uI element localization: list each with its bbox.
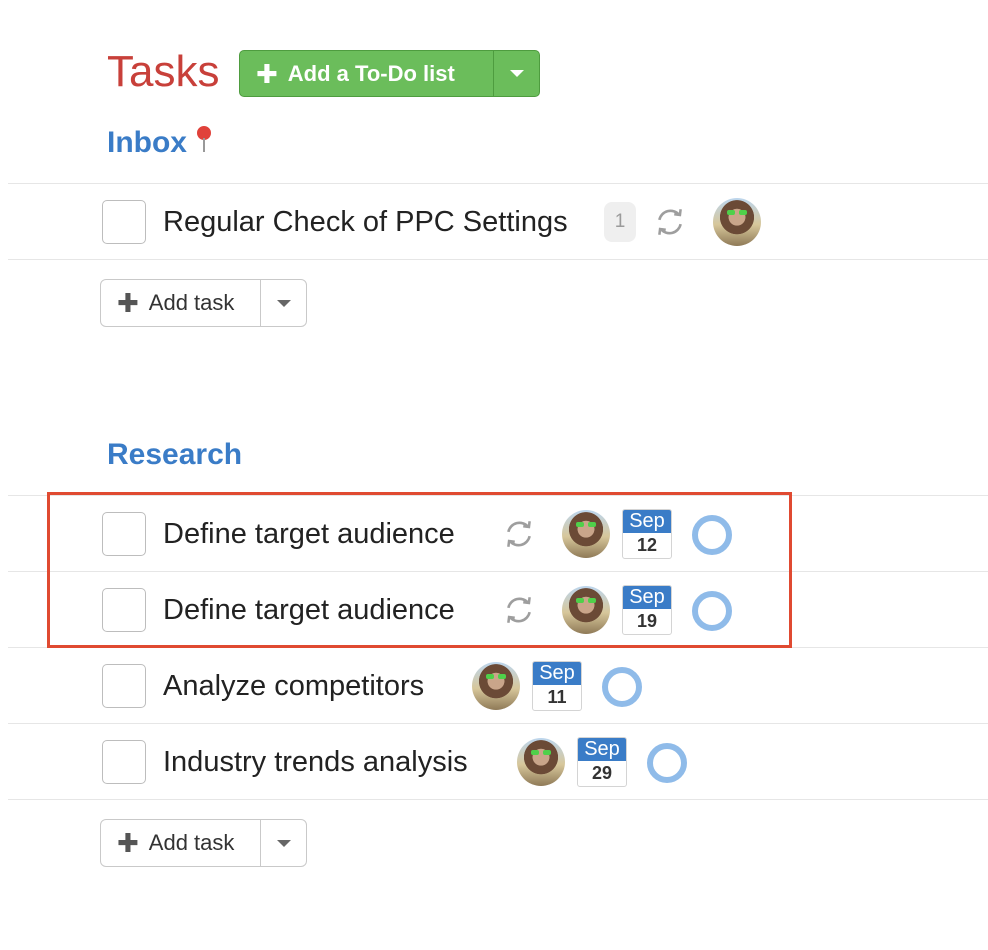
- task-row: Define target audience Sep 19: [0, 572, 988, 648]
- task-checkbox[interactable]: [102, 740, 146, 784]
- due-month: Sep: [533, 662, 581, 685]
- status-ring-icon[interactable]: [602, 667, 642, 707]
- task-checkbox[interactable]: [102, 200, 146, 244]
- status-ring-icon[interactable]: [692, 591, 732, 631]
- repeat-icon: [658, 209, 682, 235]
- task-row: Industry trends analysis Sep 29: [0, 724, 988, 800]
- due-day: 11: [547, 687, 567, 707]
- task-row: Define target audience Sep 12: [0, 496, 988, 572]
- task-title[interactable]: Analyze competitors: [163, 668, 424, 704]
- task-checkbox[interactable]: [102, 664, 146, 708]
- status-ring-icon[interactable]: [692, 515, 732, 555]
- task-title[interactable]: Define target audience: [163, 592, 455, 628]
- plus-icon: ✚: [117, 288, 139, 318]
- due-month: Sep: [623, 586, 671, 609]
- add-task-main[interactable]: ✚ Add task: [101, 280, 260, 326]
- pin-icon: [195, 126, 213, 154]
- due-day: 29: [591, 763, 613, 783]
- divider: [8, 799, 988, 800]
- list-title-inbox[interactable]: Inbox: [107, 123, 213, 163]
- add-todo-list-label: Add a To-Do list: [287, 60, 455, 86]
- due-day: 19: [636, 611, 658, 631]
- plus-icon: ✚: [117, 828, 139, 858]
- add-todo-list-button[interactable]: ✚ Add a To-Do list: [239, 50, 540, 97]
- page-title: Tasks: [107, 47, 220, 96]
- chevron-down-icon: [509, 70, 524, 77]
- due-date-badge[interactable]: Sep 11: [532, 661, 582, 711]
- due-date-badge[interactable]: Sep 12: [622, 509, 672, 559]
- avatar[interactable]: [562, 510, 610, 558]
- repeat-icon: [507, 521, 531, 547]
- task-checkbox[interactable]: [102, 588, 146, 632]
- due-date-badge[interactable]: Sep 19: [622, 585, 672, 635]
- task-row: Analyze competitors Sep 11: [0, 648, 988, 724]
- due-date-badge[interactable]: Sep 29: [577, 737, 627, 787]
- task-checkbox[interactable]: [102, 512, 146, 556]
- add-task-button[interactable]: ✚ Add task: [100, 279, 307, 327]
- chevron-down-icon: [276, 839, 291, 847]
- due-day: 12: [636, 535, 658, 555]
- add-todo-list-main[interactable]: ✚ Add a To-Do list: [240, 51, 493, 96]
- avatar[interactable]: [713, 198, 761, 246]
- add-task-button[interactable]: ✚ Add task: [100, 819, 307, 867]
- divider: [8, 259, 988, 260]
- list-title-research[interactable]: Research: [107, 435, 242, 475]
- chevron-down-icon: [276, 299, 291, 307]
- due-month: Sep: [623, 510, 671, 533]
- avatar[interactable]: [562, 586, 610, 634]
- avatar[interactable]: [517, 738, 565, 786]
- comment-count-badge[interactable]: 1: [604, 202, 636, 242]
- due-month: Sep: [578, 738, 626, 761]
- add-task-label: Add task: [148, 830, 235, 855]
- task-title[interactable]: Regular Check of PPC Settings: [163, 204, 568, 240]
- add-task-dropdown[interactable]: [260, 280, 306, 326]
- list-title-label: Research: [107, 438, 243, 471]
- add-todo-list-dropdown[interactable]: [493, 51, 539, 96]
- task-title[interactable]: Industry trends analysis: [163, 744, 468, 780]
- add-task-main[interactable]: ✚ Add task: [101, 820, 260, 866]
- add-task-label: Add task: [148, 290, 235, 315]
- list-title-label: Inbox: [107, 126, 187, 159]
- avatar[interactable]: [472, 662, 520, 710]
- task-row: Regular Check of PPC Settings 1: [0, 184, 988, 260]
- task-title[interactable]: Define target audience: [163, 516, 455, 552]
- repeat-icon: [507, 597, 531, 623]
- plus-icon: ✚: [256, 58, 278, 89]
- status-ring-icon[interactable]: [647, 743, 687, 783]
- add-task-dropdown[interactable]: [260, 820, 306, 866]
